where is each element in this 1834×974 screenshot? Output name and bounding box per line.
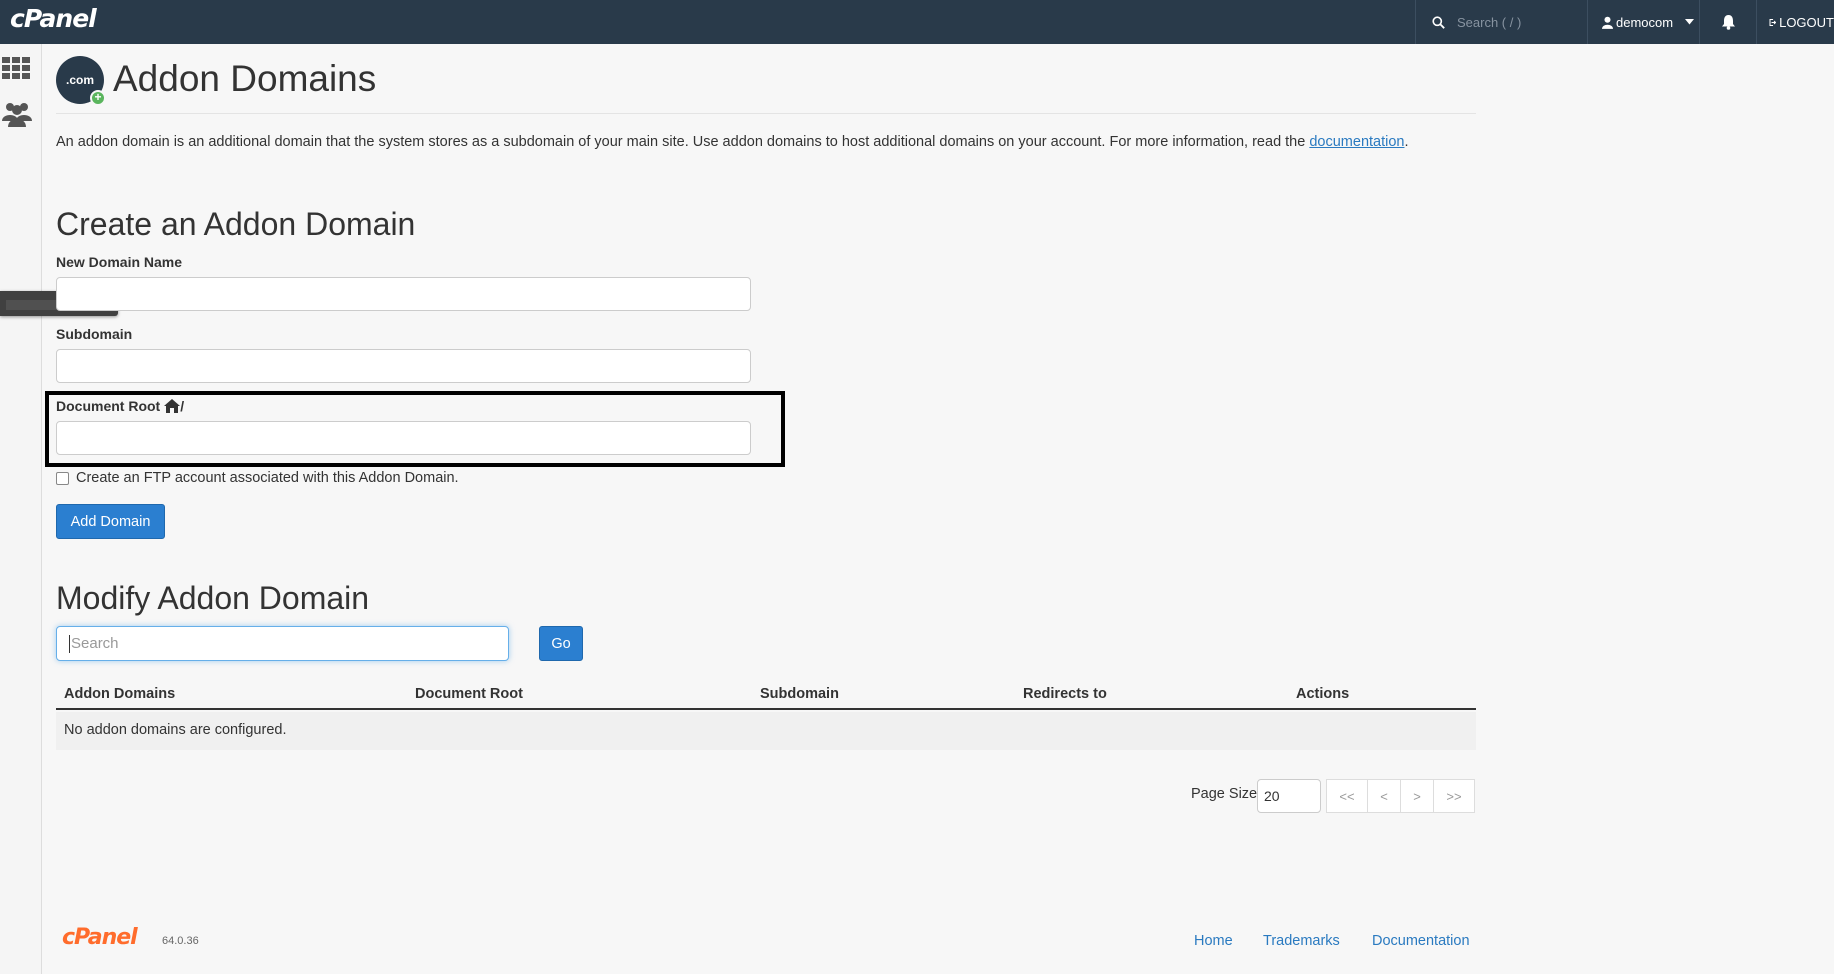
page-title: Addon Domains [113,58,377,99]
new-domain-label: New Domain Name [56,254,183,270]
home-icon [164,399,181,413]
column-subdomain[interactable]: Subdomain [760,686,839,702]
empty-message: No addon domains are configured. [64,722,287,738]
footer-cpanel-logo: cPanel [62,925,138,950]
user-icon [1602,16,1613,29]
document-root-input[interactable] [56,421,751,455]
document-root-suffix: / [180,398,185,414]
users-icon[interactable] [2,99,32,129]
notifications-button[interactable] [1699,0,1756,44]
addon-domain-icon: .com + [56,56,106,106]
global-search[interactable] [1415,0,1587,44]
modify-heading: Modify Addon Domain [56,580,370,616]
first-page-button[interactable]: << [1326,779,1368,813]
new-domain-input[interactable] [56,277,751,311]
next-page-button[interactable]: > [1400,779,1434,813]
subdomain-label: Subdomain [56,326,133,342]
logout-button[interactable]: LOGOUT [1756,0,1834,44]
cpanel-logo[interactable]: cPanel [10,4,97,33]
page-size-label: Page Size [1191,786,1258,802]
page-size-select[interactable]: 20 [1257,779,1321,813]
addon-domain-icon-text: .com [65,73,94,87]
last-page-button[interactable]: >> [1433,779,1475,813]
pagination: << < > >> [1326,779,1475,813]
intro-body: An addon domain is an additional domain … [56,134,1306,150]
page-header: .com + Addon Domains [56,56,1476,114]
documentation-link[interactable]: documentation [1309,134,1404,150]
footer-version: 64.0.36 [162,935,199,947]
column-redirects-to[interactable]: Redirects to [1023,686,1107,702]
page-size-value: 20 [1264,788,1280,804]
global-search-input[interactable] [1457,14,1577,30]
domain-search-input[interactable]: Search [56,626,509,661]
left-sidebar [0,44,42,974]
add-domain-button[interactable]: Add Domain [56,504,165,539]
column-document-root[interactable]: Document Root [415,686,523,702]
column-actions: Actions [1296,686,1350,702]
top-navbar: cPanel democom LOGOUT [0,0,1834,44]
text-cursor [69,634,70,653]
domain-search-placeholder: Search [71,635,119,652]
table-header: Addon Domains Document Root Subdomain Re… [56,680,1476,710]
grid-icon[interactable] [2,54,32,84]
user-menu[interactable]: democom [1587,0,1699,44]
logout-icon [1769,18,1777,26]
plus-icon: + [90,90,106,106]
chevron-down-icon [1685,19,1695,25]
go-button[interactable]: Go [539,626,583,661]
bell-icon [1721,15,1735,30]
column-addon-domains[interactable]: Addon Domains [64,686,175,702]
ftp-account-option[interactable]: Create an FTP account associated with th… [56,470,459,486]
document-root-label: Document Root / [56,398,184,414]
ftp-checkbox-label: Create an FTP account associated with th… [76,470,459,486]
footer-trademarks-link[interactable]: Trademarks [1263,933,1340,949]
prev-page-button[interactable]: < [1367,779,1401,813]
search-icon [1432,15,1445,29]
document-root-label-text: Document Root [56,398,161,414]
empty-table-row: No addon domains are configured. [56,712,1476,750]
create-heading: Create an Addon Domain [56,206,416,242]
intro-text: An addon domain is an additional domain … [56,133,1456,151]
footer-documentation-link[interactable]: Documentation [1372,933,1470,949]
intro-period: . [1404,134,1409,150]
ftp-checkbox[interactable] [56,471,69,485]
subdomain-input[interactable] [56,349,751,383]
username: democom [1616,14,1674,30]
footer-home-link[interactable]: Home [1194,933,1233,949]
logout-label: LOGOUT [1779,14,1834,30]
